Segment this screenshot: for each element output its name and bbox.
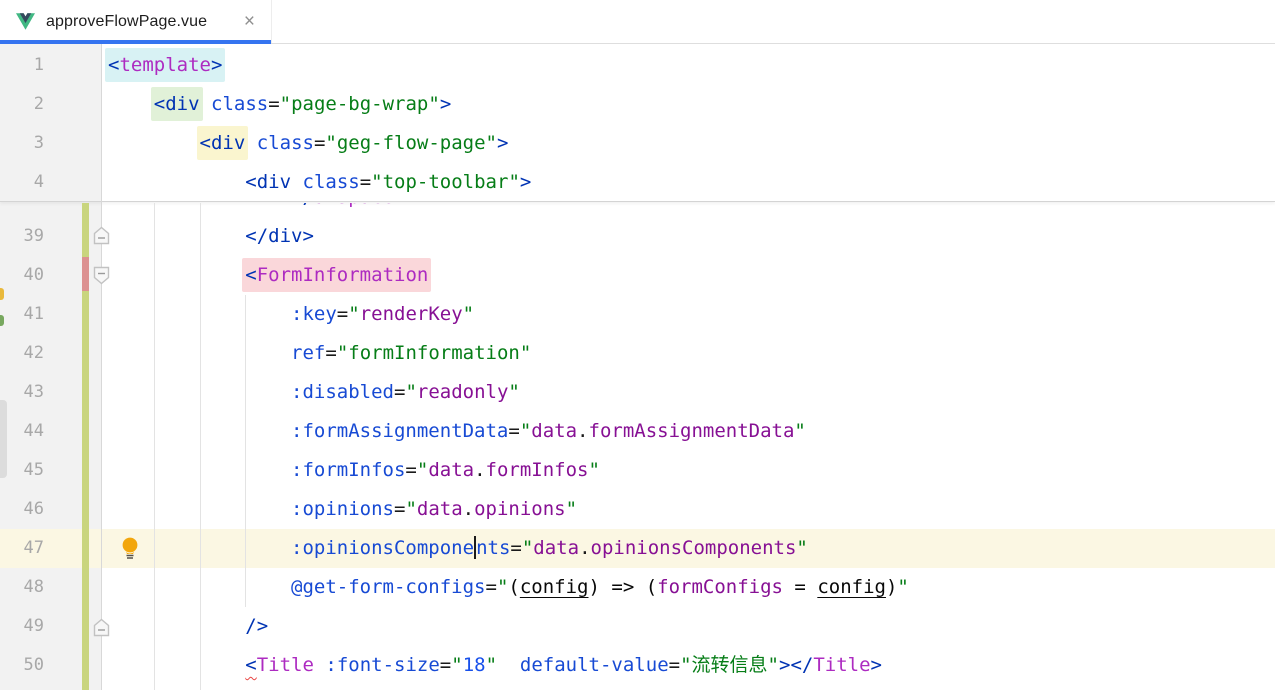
line-number[interactable]: 47 — [0, 529, 44, 568]
tag-tree-highlight: <div — [197, 126, 249, 160]
line-number[interactable]: 2 — [0, 85, 44, 124]
code-line[interactable]: 45 :formInfos="data.formInfos" — [0, 451, 1275, 490]
tab-approveflowpage[interactable]: approveFlowPage.vue × — [0, 0, 272, 43]
code-line[interactable]: 41 :key="renderKey" — [0, 295, 1275, 334]
clipped-scrollbar-thumb[interactable] — [0, 400, 7, 478]
line-number[interactable]: 1 — [0, 46, 44, 85]
code-text: <FormInformation — [108, 256, 428, 295]
code-text: :key="renderKey" — [108, 295, 474, 334]
code-text: <div class="top-toolbar"> — [108, 163, 531, 202]
line-number[interactable]: 42 — [0, 334, 44, 373]
code-line[interactable]: </a-space> — [0, 203, 1275, 217]
vue-logo-icon — [16, 13, 35, 30]
ide-window: approveFlowPage.vue × 1<template>2 <div … — [0, 0, 1275, 690]
tag-tree-highlight: <FormInformation — [242, 258, 431, 292]
sticky-lines-panel: 1<template>2 <div class="page-bg-wrap">3… — [0, 44, 1275, 202]
code-text: /> — [108, 607, 268, 646]
code-text: :disabled="readonly" — [108, 373, 520, 412]
code-text: :opinions="data.opinions" — [108, 490, 577, 529]
code-line[interactable]: 49 /> — [0, 607, 1275, 646]
line-number[interactable]: 48 — [0, 568, 44, 607]
fold-marker-collapse-up-icon[interactable] — [93, 618, 110, 637]
code-line[interactable]: 50 <Title :font-size="18" default-value=… — [0, 646, 1275, 685]
code-line[interactable]: 1 <template> — [0, 46, 1275, 85]
vcs-deleted-marker[interactable] — [82, 257, 89, 291]
code-line[interactable]: 3 <div class="geg-flow-page"> — [0, 124, 1275, 163]
line-number[interactable]: 50 — [0, 646, 44, 685]
code-line[interactable]: 43 :disabled="readonly" — [0, 373, 1275, 412]
code-area[interactable]: </a-space>39 </div>40 <FormInformation41… — [0, 203, 1275, 690]
fold-marker-collapse-down-icon[interactable] — [93, 266, 110, 285]
line-number[interactable]: 3 — [0, 124, 44, 163]
code-text: <div class="geg-flow-page"> — [108, 124, 508, 163]
clipped-edge-icon — [0, 315, 4, 326]
line-number[interactable] — [0, 203, 44, 217]
tag-tree-highlight: <template> — [105, 48, 225, 82]
partially-scrolled-line: </a-space> — [0, 203, 1275, 217]
code-text: <template> — [108, 46, 222, 85]
code-text: <Title :font-size="18" default-value="流转… — [108, 646, 882, 685]
code-line[interactable]: 48 @get-form-configs="(config) => (formC… — [0, 568, 1275, 607]
code-line[interactable]: 46 :opinions="data.opinions" — [0, 490, 1275, 529]
clipped-edge-icon — [0, 288, 4, 300]
code-line[interactable]: 47 :opinionsComponents="data.opinionsCom… — [0, 529, 1275, 568]
code-line[interactable]: 39 </div> — [0, 217, 1275, 256]
code-text: :opinionsComponents="data.opinionsCompon… — [108, 529, 808, 568]
editor-tab-bar: approveFlowPage.vue × — [0, 0, 1275, 44]
line-number[interactable]: 41 — [0, 295, 44, 334]
fold-marker-collapse-up-icon[interactable] — [93, 226, 110, 245]
code-text: :formInfos="data.formInfos" — [108, 451, 600, 490]
code-line[interactable]: 2 <div class="page-bg-wrap"> — [0, 85, 1275, 124]
line-number[interactable]: 46 — [0, 490, 44, 529]
code-line[interactable]: 42 ref="formInformation" — [0, 334, 1275, 373]
code-text: @get-form-configs="(config) => (formConf… — [108, 568, 909, 607]
code-line[interactable]: 40 <FormInformation — [0, 256, 1275, 295]
line-number[interactable]: 4 — [0, 163, 44, 202]
code-line[interactable]: 44 :formAssignmentData="data.formAssignm… — [0, 412, 1275, 451]
code-text: <div class="page-bg-wrap"> — [108, 85, 451, 124]
code-text: :formAssignmentData="data.formAssignment… — [108, 412, 806, 451]
intention-bulb-icon[interactable] — [120, 536, 140, 560]
code-text: ref="formInformation" — [108, 334, 531, 373]
tag-tree-highlight: <div — [151, 87, 203, 121]
tab-close-icon[interactable]: × — [242, 12, 257, 31]
tab-title: approveFlowPage.vue — [46, 13, 207, 31]
line-number[interactable]: 39 — [0, 217, 44, 256]
code-text: </div> — [108, 217, 314, 256]
code-text: </a-space> — [108, 203, 405, 217]
line-number[interactable]: 49 — [0, 607, 44, 646]
code-line[interactable]: 4 <div class="top-toolbar"> — [0, 163, 1275, 202]
line-number[interactable]: 40 — [0, 256, 44, 295]
